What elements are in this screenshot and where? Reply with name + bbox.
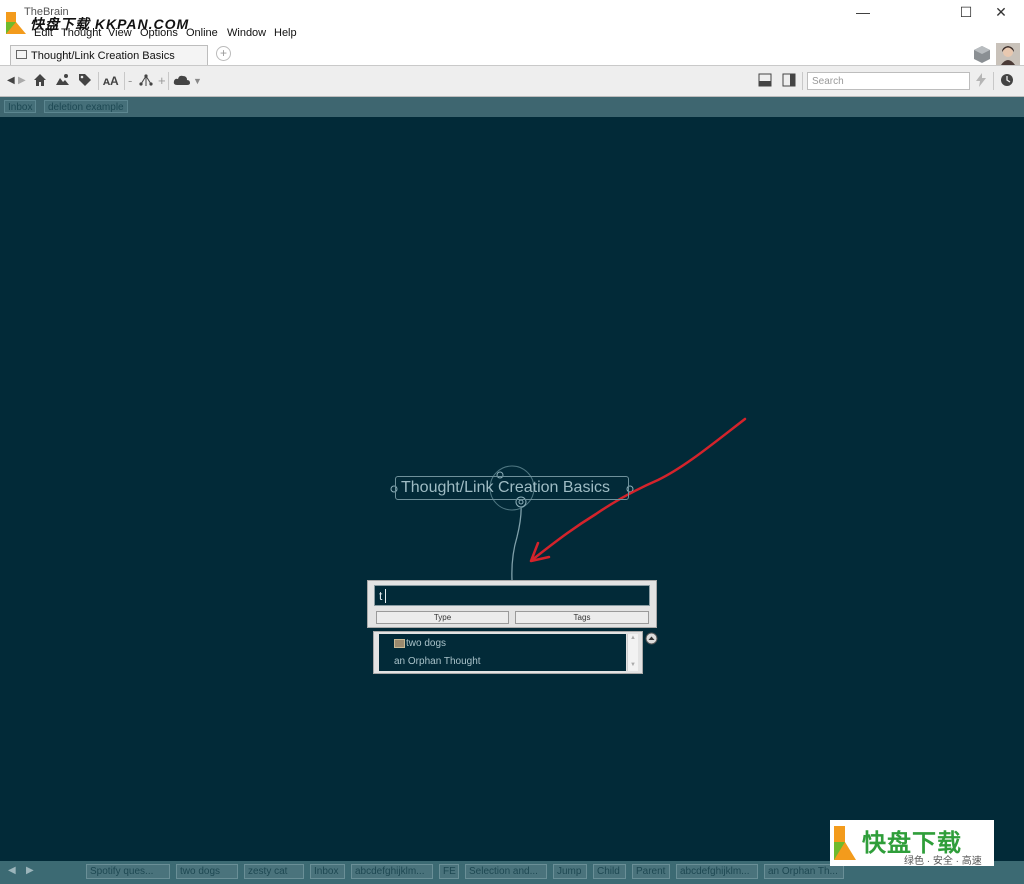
recent-item[interactable]: Spotify ques... — [86, 864, 170, 879]
tab-label: Thought/Link Creation Basics — [31, 50, 175, 62]
menu-online[interactable]: Online — [186, 27, 218, 39]
new-thought-panel: t Type Tags — [367, 580, 657, 628]
suggestion-list: two dogs an Orphan Thought — [379, 634, 626, 671]
recent-item[interactable]: Selection and... — [465, 864, 547, 879]
kkpan-logo-icon — [6, 12, 26, 34]
list-item[interactable]: an Orphan Thought — [394, 656, 481, 667]
back-arrow-icon[interactable]: ◀ — [7, 73, 15, 89]
home-icon[interactable] — [33, 73, 47, 87]
avatar[interactable] — [996, 43, 1020, 65]
recent-item[interactable]: Parent — [632, 864, 670, 879]
brain-tab-icon — [16, 50, 27, 59]
text-cursor — [385, 589, 386, 603]
recent-item[interactable]: Jump — [553, 864, 587, 879]
tab-bar: Thought/Link Creation Basics + — [0, 43, 1024, 66]
history-clock-icon[interactable] — [1000, 73, 1014, 87]
menu-window[interactable]: Window — [227, 27, 266, 39]
recent-item[interactable]: an Orphan Th... — [764, 864, 844, 879]
recent-item[interactable]: Child — [593, 864, 626, 879]
new-thought-input[interactable]: t — [374, 585, 650, 606]
forward-arrow-icon[interactable]: ▶ — [18, 73, 26, 89]
toolbar-divider — [802, 72, 803, 90]
menu-help[interactable]: Help — [274, 27, 297, 39]
pins-bar: Inbox deletion example — [0, 97, 1024, 117]
type-button[interactable]: Type — [376, 611, 509, 624]
active-thought-label: Thought/Link Creation Basics — [401, 479, 610, 496]
recent-item[interactable]: two dogs — [176, 864, 238, 879]
minimize-button[interactable]: — — [840, 0, 886, 25]
pin-inbox[interactable]: Inbox — [4, 100, 37, 113]
suggestion-panel: two dogs an Orphan Thought ▲ ▼ — [373, 631, 643, 674]
lightning-icon[interactable] — [975, 73, 987, 87]
image-thumb-icon — [394, 638, 405, 648]
plex-view[interactable]: Thought/Link Creation Basics t Type Tags… — [0, 117, 1024, 861]
toolbar-divider — [124, 72, 125, 90]
close-button[interactable]: ✕ — [978, 0, 1024, 25]
toolbar-divider — [993, 72, 994, 90]
layout-side-icon[interactable] — [782, 73, 796, 87]
badge-subtitle: 绿色 · 安全 · 高速 — [904, 856, 982, 867]
kkpan-badge: 快盘下载 绿色 · 安全 · 高速 — [830, 820, 994, 867]
tags-button[interactable]: Tags — [515, 611, 649, 624]
search-input[interactable] — [807, 72, 970, 90]
kkpan-badge-icon — [834, 826, 856, 860]
font-size-icon[interactable]: ᴀA — [103, 73, 119, 89]
back-arrow-icon[interactable]: ◀ — [8, 865, 16, 876]
collapse-up-icon[interactable] — [645, 632, 658, 645]
watermark-text: 快盘下载 KKPAN.COM — [30, 16, 190, 32]
layout-bottom-icon[interactable] — [758, 73, 772, 87]
add-tab-icon[interactable]: + — [216, 46, 231, 61]
chevron-down-icon[interactable]: ▼ — [193, 73, 202, 89]
cube-icon[interactable] — [972, 44, 992, 64]
list-item[interactable]: two dogs — [394, 638, 446, 649]
pin-deletion-example[interactable]: deletion example — [44, 100, 128, 113]
link-line — [511, 502, 522, 581]
scroll-down-icon[interactable]: ▼ — [630, 662, 636, 668]
forward-arrow-icon[interactable]: ▶ — [26, 865, 34, 876]
image-icon[interactable] — [55, 73, 70, 87]
recent-item[interactable]: FE — [439, 864, 459, 879]
cloud-sync-icon[interactable] — [173, 74, 191, 86]
toolbar-divider — [168, 72, 169, 90]
active-thought[interactable]: Thought/Link Creation Basics — [395, 476, 629, 500]
zoom-in-icon[interactable]: + — [158, 73, 166, 89]
layout-icon[interactable] — [139, 73, 153, 87]
recent-item[interactable]: Inbox — [310, 864, 345, 879]
recent-item[interactable]: zesty cat — [244, 864, 304, 879]
recent-item[interactable]: abcdefghijklm... — [676, 864, 758, 879]
tag-icon[interactable] — [78, 73, 92, 87]
tab-thought-link-creation-basics[interactable]: Thought/Link Creation Basics — [10, 45, 208, 65]
toolbar-divider — [98, 72, 99, 90]
suggestion-scrollbar[interactable]: ▲ ▼ — [627, 634, 638, 671]
new-thought-text: t — [379, 589, 383, 603]
scroll-up-icon[interactable]: ▲ — [630, 635, 636, 641]
recent-item[interactable]: abcdefghijklm... — [351, 864, 433, 879]
zoom-out-icon[interactable]: - — [128, 73, 132, 89]
